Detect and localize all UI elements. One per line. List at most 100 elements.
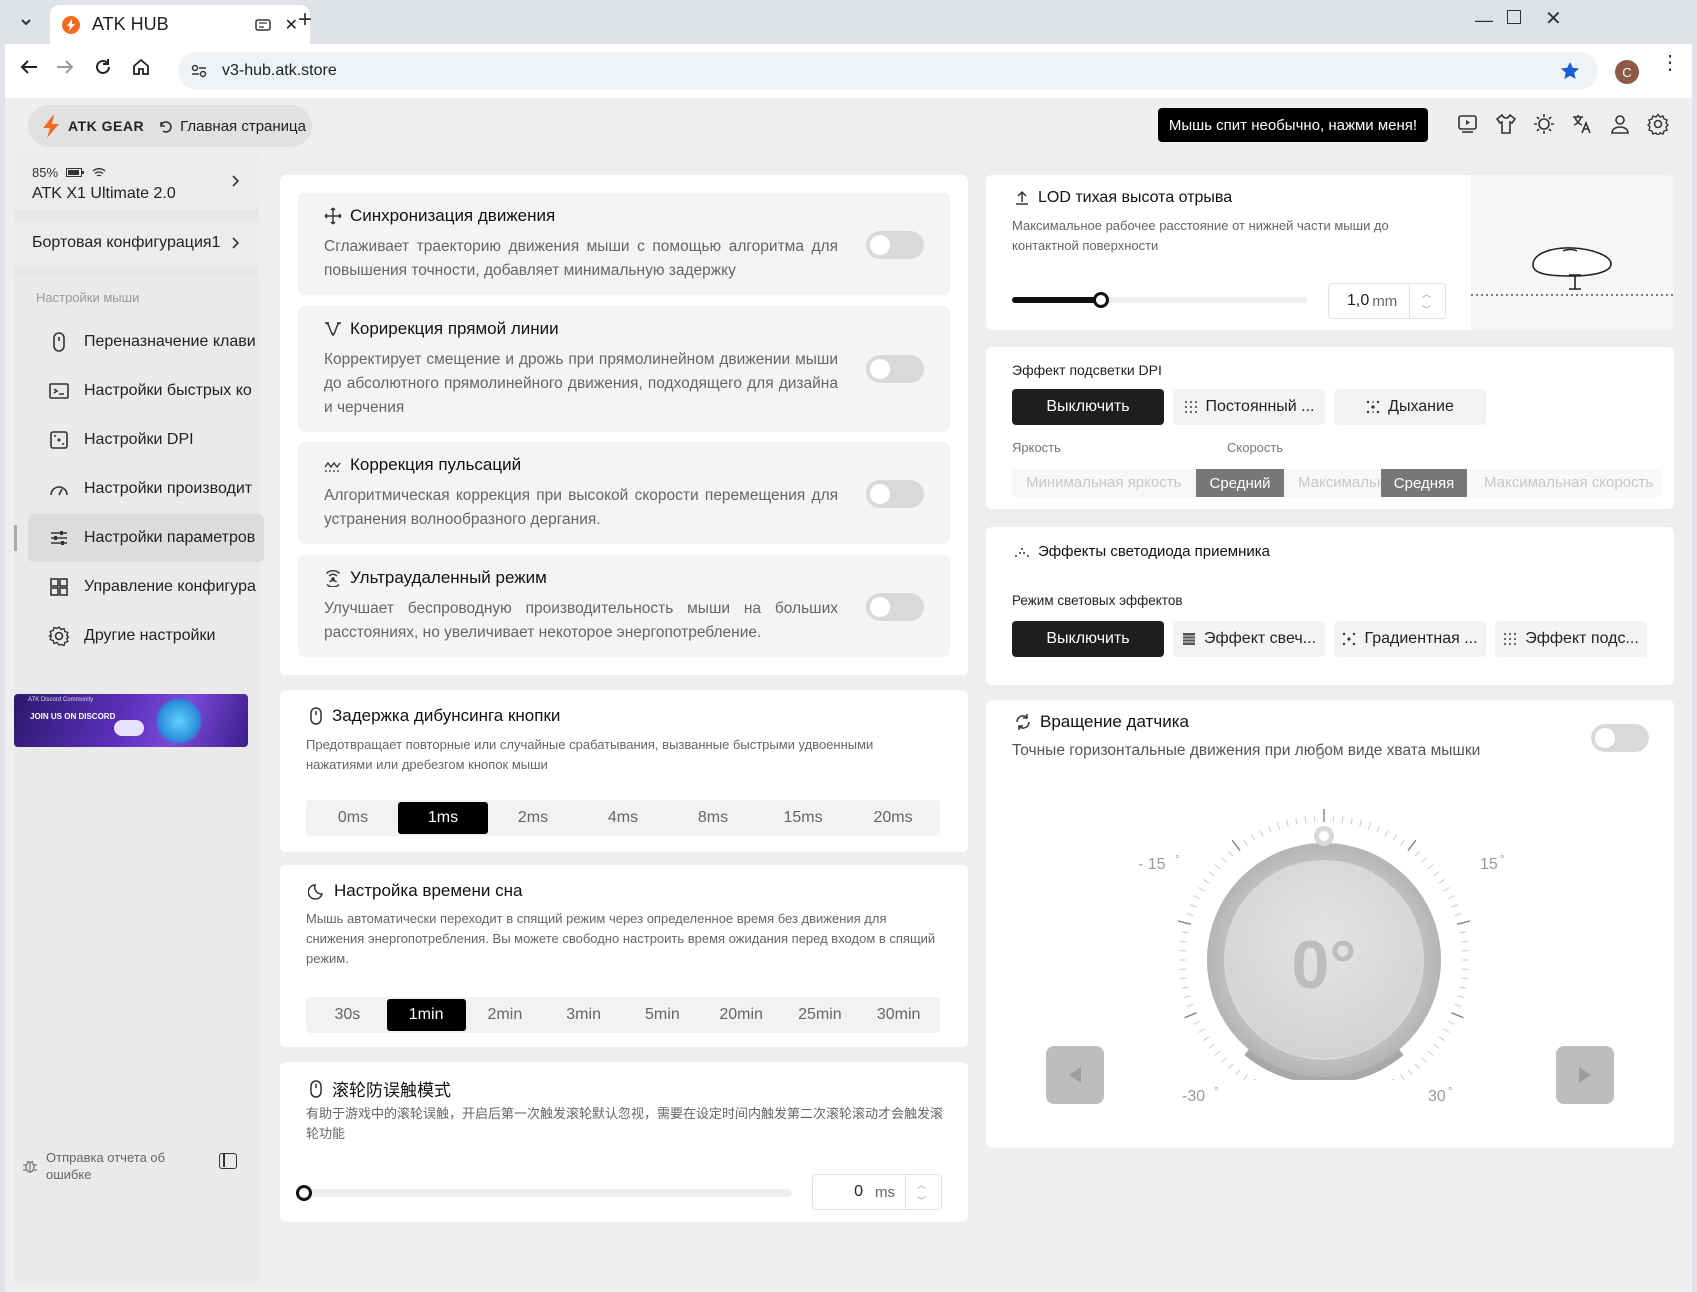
device-card[interactable]: 85% ATK X1 Ultimate 2.0 (14, 153, 259, 210)
wheel-card: 滚轮防误触模式 有助于游戏中的滚轮误触，开启后第一次触发滚轮默认忽视，需要在设定… (280, 1062, 968, 1222)
dial-tick (1407, 839, 1417, 851)
sidebar-item-label: Настройки параметров (84, 529, 256, 546)
wheel-slider-track[interactable] (296, 1185, 792, 1201)
maximize-icon[interactable] (1507, 10, 1521, 24)
dial-tick (1235, 1069, 1241, 1076)
sleep-option[interactable]: 30min (859, 999, 938, 1031)
degree-symbol: ° (1214, 1086, 1219, 1098)
home-nav[interactable]: ATK GEAR Главная страница (28, 105, 312, 147)
wheel-slider-thumb[interactable] (296, 1185, 312, 1201)
speed-max-option[interactable]: Максимальная скорость (1484, 474, 1653, 491)
increment-icon[interactable]: ︿ (1422, 287, 1431, 300)
brightness-mid-option[interactable]: Средний (1196, 469, 1284, 497)
discord-banner[interactable]: ATK Discord Community JOIN US ON DISCORD (14, 694, 248, 747)
bookmark-star-icon[interactable] (1558, 59, 1582, 83)
wheel-value: 0 (854, 1183, 863, 1200)
brightness-min-option[interactable]: Минимальная яркость (1026, 474, 1181, 491)
new-tab-icon[interactable]: + (298, 6, 312, 34)
receiver-mode-glow-button[interactable]: Эффект свеч... (1173, 621, 1325, 657)
sleep-option[interactable]: 3min (544, 999, 623, 1031)
brightness-icon[interactable] (1533, 113, 1555, 135)
ultra-range-toggle[interactable] (866, 593, 924, 621)
motion-sync-toggle[interactable] (866, 231, 924, 259)
dial-tick (1460, 940, 1468, 943)
back-icon[interactable] (18, 56, 40, 78)
rotate-right-button[interactable] (1556, 1046, 1614, 1104)
window-close-icon[interactable]: ✕ (1545, 6, 1562, 31)
dpi-mode-off-button[interactable]: Выключить (1012, 389, 1164, 425)
dial-tick (1203, 1036, 1210, 1041)
dial-tick (1447, 895, 1455, 900)
report-bug[interactable]: Отправка отчета об ошибке (22, 1149, 176, 1183)
sidebar-item-config-management[interactable]: Управление конфигура (28, 563, 264, 611)
angle-snap-toggle[interactable] (866, 355, 924, 383)
dpi-mode-breathing-button[interactable]: Дыхание (1334, 389, 1486, 425)
address-bar[interactable]: v3-hub.atk.store (178, 52, 1598, 90)
debounce-option[interactable]: 4ms (578, 802, 668, 834)
browser-menu-icon[interactable]: ⋮ (1660, 53, 1680, 73)
browser-tab[interactable]: ATK HUB ✕ (50, 5, 310, 44)
wheel-ms-input[interactable]: 0 ms ︿ ﹀ (812, 1174, 942, 1210)
mouse-sleep-alert-button[interactable]: Мышь спит необычно, нажми меня! (1158, 108, 1428, 142)
tab-list-chevron-icon[interactable] (14, 10, 38, 34)
rotation-toggle[interactable] (1591, 724, 1649, 752)
sleep-option[interactable]: 2min (466, 999, 545, 1031)
tab-close-icon[interactable]: ✕ (285, 15, 298, 35)
lod-slider-track[interactable] (1012, 292, 1308, 308)
sidebar-item-label: Настройки DPI (84, 431, 194, 448)
settings-gear-icon[interactable] (1647, 113, 1669, 135)
debounce-option[interactable]: 15ms (758, 802, 848, 834)
sidebar-item-label: Переназначение клави (84, 333, 256, 350)
forward-icon[interactable] (54, 56, 76, 78)
debounce-option[interactable]: 0ms (308, 802, 398, 834)
sidebar-item-parameters[interactable]: Настройки параметров (28, 514, 264, 562)
sidebar-item-performance[interactable]: Настройки производит (28, 465, 264, 513)
increment-icon[interactable]: ︿ (917, 1178, 926, 1191)
active-indicator (14, 525, 17, 551)
dial-tick (1198, 887, 1205, 892)
dpi-mode-constant-button[interactable]: Постоянный ... (1173, 389, 1325, 425)
triangle-left-icon (1069, 1067, 1081, 1083)
rotation-dial[interactable]: 0° 0 ° - 15 ° 15 ° -30 ° 30 ° (1138, 744, 1504, 1105)
home-icon[interactable] (130, 56, 152, 78)
dial-handle (1319, 831, 1329, 841)
rotate-left-button[interactable] (1046, 1046, 1104, 1104)
debounce-option[interactable]: 2ms (488, 802, 578, 834)
site-settings-icon[interactable] (190, 62, 208, 80)
lod-input[interactable]: 1,0 mm ︿ ﹀ (1328, 283, 1446, 319)
button-label: Постоянный ... (1205, 398, 1315, 415)
sidebar-item-shortcuts[interactable]: Настройки быстрых ко (28, 367, 264, 415)
debounce-option[interactable]: 8ms (668, 802, 758, 834)
debounce-option[interactable]: 1ms (398, 802, 488, 834)
sleep-option[interactable]: 1min (386, 999, 466, 1031)
dial-tick (1180, 977, 1188, 980)
sleep-option[interactable]: 25min (781, 999, 860, 1031)
shirt-icon[interactable] (1495, 113, 1517, 135)
lod-slider-thumb[interactable] (1092, 292, 1109, 308)
ripple-control-toggle[interactable] (866, 480, 924, 508)
user-icon[interactable] (1609, 113, 1631, 135)
receiver-mode-backlight-button[interactable]: Эффект подс... (1495, 621, 1647, 657)
sidebar: 85% ATK X1 Ultimate 2.0 Бортовая конфигу… (14, 153, 264, 1283)
sleep-option[interactable]: 30s (308, 999, 387, 1031)
receiver-mode-gradient-button[interactable]: Градиентная ... (1334, 621, 1486, 657)
sleep-option[interactable]: 5min (623, 999, 702, 1031)
collapse-sidebar-icon[interactable] (219, 1153, 237, 1169)
config-selector[interactable]: Бортовая конфигурация1 (14, 219, 259, 267)
sidebar-item-key-remap[interactable]: Переназначение клави (28, 318, 264, 366)
translate-icon[interactable] (1571, 113, 1593, 135)
sidebar-item-dpi[interactable]: Настройки DPI (28, 416, 264, 464)
video-icon[interactable] (1457, 113, 1479, 135)
minimize-icon[interactable]: — (1475, 10, 1493, 31)
decrement-icon[interactable]: ﹀ (1422, 303, 1431, 316)
dial-tick (1268, 825, 1272, 833)
sleep-option[interactable]: 20min (702, 999, 781, 1031)
profile-avatar[interactable]: C (1615, 60, 1639, 84)
tab-audio-icon[interactable] (254, 18, 271, 31)
receiver-mode-off-button[interactable]: Выключить (1012, 621, 1164, 657)
debounce-option[interactable]: 20ms (848, 802, 938, 834)
decrement-icon[interactable]: ﹀ (917, 1194, 926, 1207)
sidebar-item-other[interactable]: Другие настройки (28, 612, 264, 660)
speed-mid-option[interactable]: Средняя (1381, 469, 1467, 497)
reload-icon[interactable] (92, 56, 114, 78)
